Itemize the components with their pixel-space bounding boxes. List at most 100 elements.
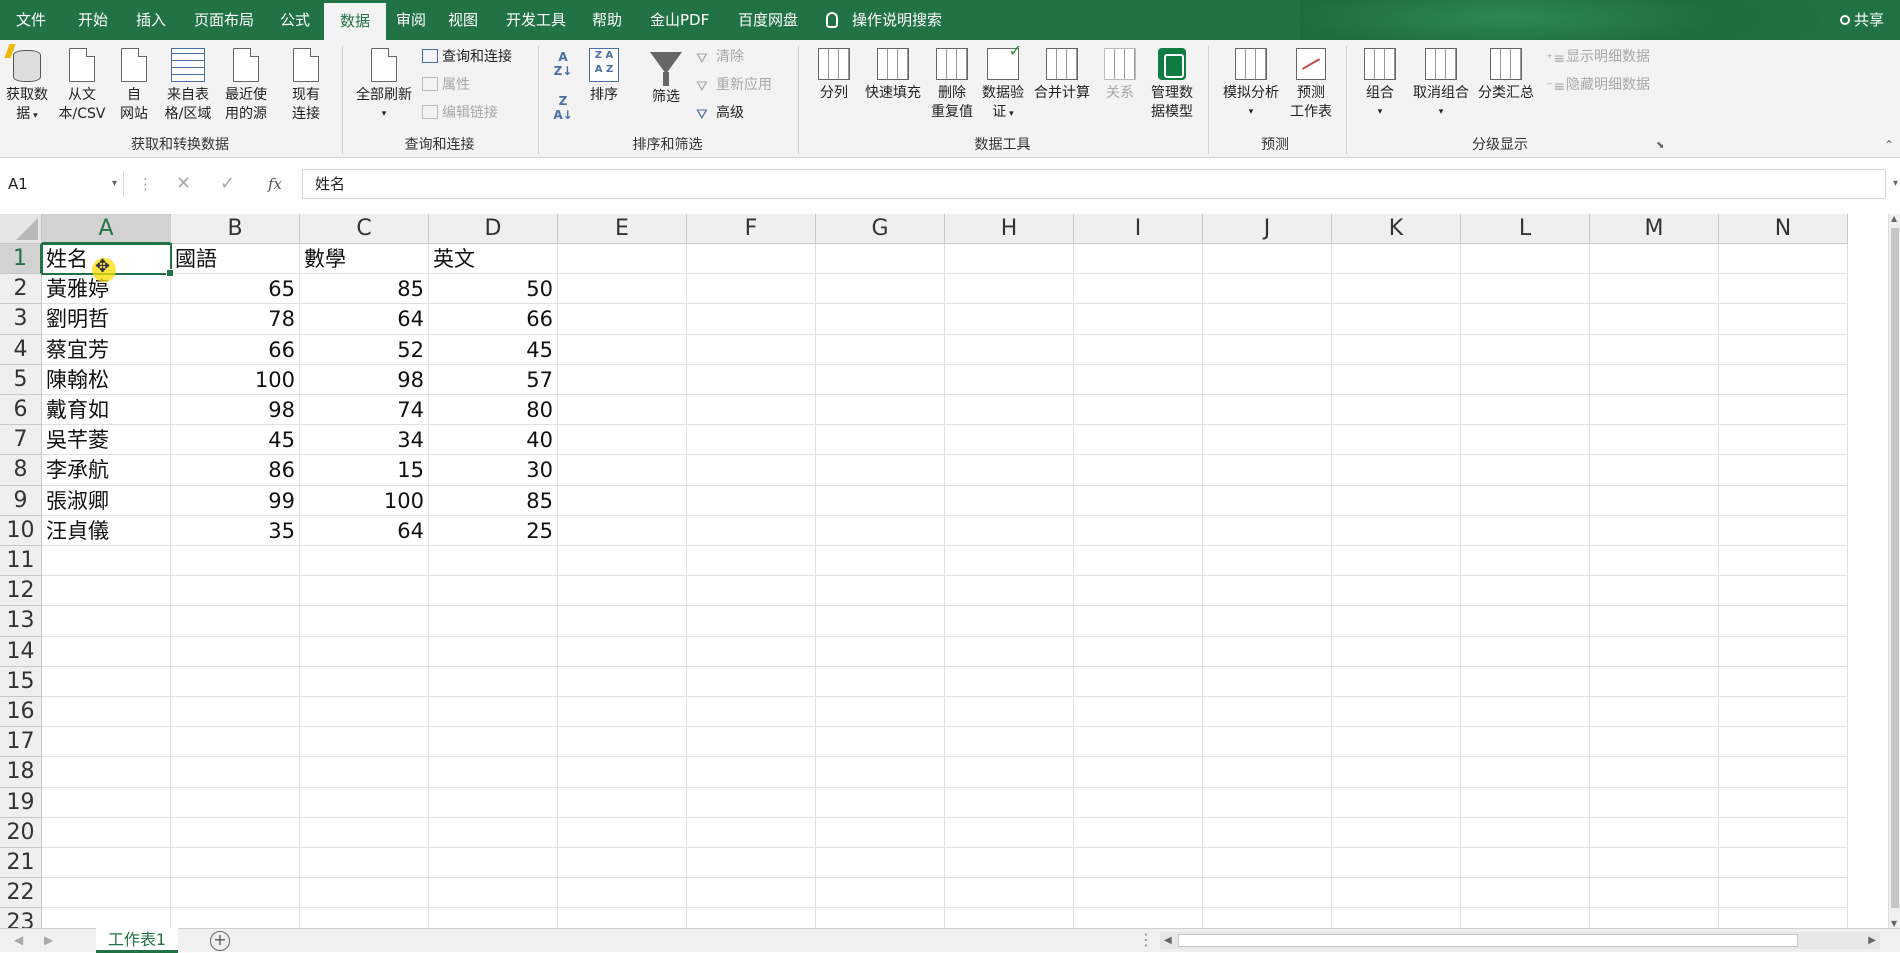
- from-text-csv-button[interactable]: 从文 本/CSV: [56, 48, 108, 124]
- cell-b21[interactable]: [171, 848, 300, 879]
- cell-g1[interactable]: [816, 244, 945, 275]
- cell-k22[interactable]: [1332, 878, 1461, 909]
- cell-k18[interactable]: [1332, 757, 1461, 788]
- cell-b23[interactable]: [171, 908, 300, 928]
- cell-j23[interactable]: [1203, 908, 1332, 928]
- cell-l20[interactable]: [1461, 817, 1590, 848]
- cell-i5[interactable]: [1074, 364, 1203, 395]
- cell-e14[interactable]: [558, 636, 687, 667]
- cell-n2[interactable]: [1719, 274, 1848, 305]
- cell-d10[interactable]: 25: [429, 515, 558, 546]
- cell-f16[interactable]: [687, 697, 816, 728]
- cell-b1[interactable]: 國語: [171, 244, 300, 275]
- row-header-7[interactable]: 7: [0, 425, 42, 456]
- cell-m21[interactable]: [1590, 848, 1719, 879]
- cell-i21[interactable]: [1074, 848, 1203, 879]
- cell-b8[interactable]: 86: [171, 455, 300, 486]
- cell-h5[interactable]: [945, 364, 1074, 395]
- cell-a15[interactable]: [42, 666, 171, 697]
- cell-f1[interactable]: [687, 244, 816, 275]
- cell-n11[interactable]: [1719, 546, 1848, 577]
- row-header-18[interactable]: 18: [0, 757, 42, 788]
- row-header-16[interactable]: 16: [0, 697, 42, 728]
- cell-h3[interactable]: [945, 304, 1074, 335]
- cell-b2[interactable]: 65: [171, 274, 300, 305]
- scroll-up-icon[interactable]: ▲: [1891, 214, 1897, 223]
- cell-d19[interactable]: [429, 787, 558, 818]
- cell-k21[interactable]: [1332, 848, 1461, 879]
- cell-a23[interactable]: [42, 908, 171, 928]
- column-header-l[interactable]: L: [1461, 214, 1590, 244]
- chevron-down-icon[interactable]: ▾: [112, 171, 117, 197]
- cell-a6[interactable]: 戴育如: [42, 395, 171, 426]
- cell-k11[interactable]: [1332, 546, 1461, 577]
- cell-h11[interactable]: [945, 546, 1074, 577]
- cell-g10[interactable]: [816, 515, 945, 546]
- cell-e9[interactable]: [558, 485, 687, 516]
- cell-n8[interactable]: [1719, 455, 1848, 486]
- cell-d2[interactable]: 50: [429, 274, 558, 305]
- cell-m20[interactable]: [1590, 817, 1719, 848]
- cell-f5[interactable]: [687, 364, 816, 395]
- row-header-5[interactable]: 5: [0, 364, 42, 395]
- relationships-button[interactable]: 关系: [1100, 48, 1140, 103]
- expand-formula-bar-icon[interactable]: ▾: [1893, 171, 1898, 197]
- cell-b13[interactable]: [171, 606, 300, 637]
- cell-i14[interactable]: [1074, 636, 1203, 667]
- cell-a18[interactable]: [42, 757, 171, 788]
- cell-a14[interactable]: [42, 636, 171, 667]
- cell-c6[interactable]: 74: [300, 395, 429, 426]
- sort-button[interactable]: Z AA Z 排序: [584, 48, 624, 105]
- worksheet-grid[interactable]: A B C D E F G H I J K L M N 1 姓名 國語 數學 英文 2 黃雅婷 65 85 50 3 劉明哲 78 6…: [0, 214, 1890, 928]
- cell-n7[interactable]: [1719, 425, 1848, 456]
- row-header-2[interactable]: 2: [0, 274, 42, 305]
- refresh-all-button[interactable]: 全部刷新 ▾: [352, 48, 416, 124]
- cell-e19[interactable]: [558, 787, 687, 818]
- cell-m10[interactable]: [1590, 515, 1719, 546]
- column-header-c[interactable]: C: [300, 214, 429, 244]
- cell-n6[interactable]: [1719, 395, 1848, 426]
- cell-h13[interactable]: [945, 606, 1074, 637]
- cell-h19[interactable]: [945, 787, 1074, 818]
- horizontal-scroll-thumb[interactable]: [1178, 934, 1798, 947]
- cell-g18[interactable]: [816, 757, 945, 788]
- cell-k7[interactable]: [1332, 425, 1461, 456]
- cell-a22[interactable]: [42, 878, 171, 909]
- cell-g16[interactable]: [816, 697, 945, 728]
- cell-l22[interactable]: [1461, 878, 1590, 909]
- cell-a4[interactable]: 蔡宜芳: [42, 334, 171, 365]
- cell-c23[interactable]: [300, 908, 429, 928]
- cell-l21[interactable]: [1461, 848, 1590, 879]
- cell-e18[interactable]: [558, 757, 687, 788]
- cell-h7[interactable]: [945, 425, 1074, 456]
- cell-n13[interactable]: [1719, 606, 1848, 637]
- cell-c18[interactable]: [300, 757, 429, 788]
- cell-n17[interactable]: [1719, 727, 1848, 758]
- column-header-m[interactable]: M: [1590, 214, 1719, 244]
- cell-l15[interactable]: [1461, 666, 1590, 697]
- cell-m3[interactable]: [1590, 304, 1719, 335]
- cell-h23[interactable]: [945, 908, 1074, 928]
- cell-j13[interactable]: [1203, 606, 1332, 637]
- cell-c13[interactable]: [300, 606, 429, 637]
- cell-n15[interactable]: [1719, 666, 1848, 697]
- sort-asc-button[interactable]: A Z↓: [550, 50, 576, 78]
- cell-d9[interactable]: 85: [429, 485, 558, 516]
- cell-g14[interactable]: [816, 636, 945, 667]
- cell-l4[interactable]: [1461, 334, 1590, 365]
- from-table-range-button[interactable]: 来自表 格/区域: [160, 48, 216, 124]
- cell-f12[interactable]: [687, 576, 816, 607]
- cell-d20[interactable]: [429, 817, 558, 848]
- cell-d11[interactable]: [429, 546, 558, 577]
- cell-i2[interactable]: [1074, 274, 1203, 305]
- queries-connections-button[interactable]: 查询和连接: [422, 46, 512, 68]
- cell-c7[interactable]: 34: [300, 425, 429, 456]
- cell-l1[interactable]: [1461, 244, 1590, 275]
- from-web-button[interactable]: 自 网站: [112, 48, 156, 124]
- cell-b14[interactable]: [171, 636, 300, 667]
- share-button[interactable]: 共享: [1839, 0, 1884, 40]
- cell-l12[interactable]: [1461, 576, 1590, 607]
- cell-k19[interactable]: [1332, 787, 1461, 818]
- cell-f10[interactable]: [687, 515, 816, 546]
- cell-n9[interactable]: [1719, 485, 1848, 516]
